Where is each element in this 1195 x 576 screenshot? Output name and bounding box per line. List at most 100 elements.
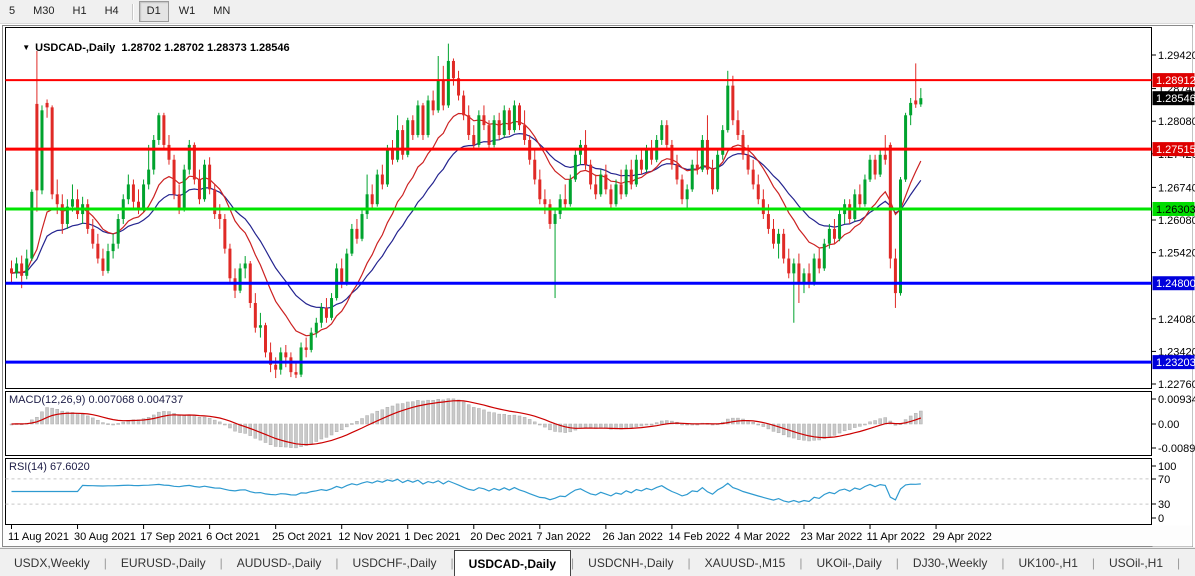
- macd-histogram-bar: [644, 423, 649, 426]
- candle-body: [899, 179, 902, 294]
- candle-body: [883, 154, 887, 160]
- candle-body: [101, 258, 105, 271]
- timeframe-button-mn[interactable]: MN: [205, 1, 238, 22]
- macd-histogram-bar: [233, 423, 237, 432]
- chart-tab-xauusd-m15[interactable]: XAUUSD-,M15: [691, 549, 800, 576]
- macd-histogram-bar: [741, 418, 745, 425]
- candle-body: [319, 307, 323, 323]
- candle-body: [391, 149, 394, 160]
- macd-histogram-bar: [583, 423, 588, 428]
- macd-histogram-bar: [177, 415, 181, 425]
- chart-canvas[interactable]: 1.294201.287401.280801.274201.267401.260…: [0, 24, 1195, 547]
- macd-histogram-bar: [507, 415, 512, 425]
- date-axis-label: 26 Jan 2022: [602, 531, 663, 543]
- chart-tab-uk100-h1[interactable]: UK100-,H1: [1005, 549, 1092, 576]
- candle-body: [888, 144, 892, 259]
- candle-body: [619, 184, 623, 195]
- timeframe-button-h4[interactable]: H4: [97, 1, 127, 22]
- chart-tab-usdcad-daily[interactable]: USDCAD-,Daily: [453, 550, 572, 576]
- timeframe-button-m5[interactable]: 5: [1, 1, 23, 22]
- candle-body: [116, 219, 120, 244]
- chart-tab-hk50[interactable]: HK50-,: [1180, 549, 1195, 576]
- candle-body: [797, 263, 801, 284]
- macd-histogram-bar: [532, 421, 537, 425]
- timeframe-button-d1[interactable]: D1: [138, 1, 169, 22]
- rsi-pane[interactable]: [5, 458, 1152, 525]
- macd-histogram-bar: [527, 419, 532, 425]
- candle-body: [721, 130, 725, 155]
- candle-body: [817, 258, 821, 269]
- chart-tab-usdcnh-daily[interactable]: USDCNH-,Daily: [574, 549, 687, 576]
- chart-tab-usoil-h1[interactable]: USOil-,H1: [1095, 549, 1177, 576]
- candle-body: [441, 80, 445, 106]
- macd-histogram-bar: [70, 412, 75, 425]
- candle-body: [20, 263, 24, 276]
- candle-body: [182, 169, 186, 210]
- timeframe-button-w1[interactable]: W1: [171, 1, 204, 22]
- macd-histogram-bar: [40, 411, 44, 425]
- candle-body: [650, 149, 654, 160]
- price-tick-label: 1.28080: [1158, 116, 1195, 128]
- date-axis-label: 4 Mar 2022: [734, 531, 790, 543]
- macd-histogram-bar: [365, 415, 369, 425]
- candle-body: [401, 130, 405, 155]
- candle-body: [502, 110, 506, 136]
- chart-tab-dj30-weekly[interactable]: DJ30-,Weekly: [899, 549, 1001, 576]
- price-tick-label: 1.29420: [1158, 50, 1195, 62]
- candle-body: [553, 214, 557, 224]
- macd-histogram-bar: [400, 403, 405, 425]
- macd-histogram-bar: [659, 420, 664, 425]
- macd-histogram-bar: [121, 421, 126, 425]
- macd-histogram-bar: [151, 414, 156, 425]
- candle-body: [157, 115, 161, 140]
- chart-window: 1.294201.287401.280801.274201.267401.260…: [0, 24, 1195, 547]
- candle-body: [756, 184, 760, 200]
- date-axis-label: 29 Apr 2022: [933, 531, 992, 543]
- candle-body: [695, 164, 699, 170]
- macd-histogram-bar: [80, 414, 85, 425]
- candle-body: [822, 243, 826, 269]
- macd-histogram-bar: [853, 423, 857, 428]
- candle-body: [518, 105, 521, 126]
- chart-tab-ukoil-daily[interactable]: UKOil-,Daily: [802, 549, 895, 576]
- candle-body: [345, 253, 349, 284]
- candle-body: [726, 85, 730, 131]
- price-level-badge: 1.24800: [1156, 278, 1195, 290]
- candle-body: [152, 139, 156, 170]
- date-axis-label: 17 Sep 2021: [140, 531, 202, 543]
- candle-body: [741, 135, 745, 155]
- macd-histogram-bar: [304, 423, 308, 446]
- price-tick-label: 1.26080: [1158, 215, 1195, 227]
- macd-histogram-bar: [466, 404, 471, 425]
- candle-body: [274, 364, 278, 370]
- candle-body: [873, 159, 877, 175]
- chart-tab-audusd-daily[interactable]: AUDUSD-,Daily: [223, 549, 336, 576]
- candle-body: [497, 120, 501, 136]
- candle-body: [685, 189, 689, 200]
- macd-histogram-bar: [812, 423, 816, 441]
- timeframe-button-m30[interactable]: M30: [25, 1, 62, 22]
- macd-histogram-bar: [395, 403, 400, 425]
- macd-histogram-bar: [167, 411, 171, 425]
- timeframe-toolbar: 5 M30 H1 H4 D1 W1 MN: [0, 0, 1195, 24]
- candle-body: [340, 268, 344, 284]
- candle-body: [15, 263, 19, 274]
- candle-body: [645, 149, 648, 170]
- macd-histogram-bar: [756, 423, 761, 426]
- macd-histogram-bar: [578, 423, 583, 429]
- macd-histogram-bar: [654, 422, 659, 425]
- timeframe-button-h1[interactable]: H1: [65, 1, 95, 22]
- chart-tab-usdx-weekly[interactable]: USDX,Weekly: [0, 549, 104, 576]
- symbol-dropdown-icon[interactable]: ▼: [22, 43, 30, 52]
- candle-body: [421, 105, 425, 136]
- chart-title: ▼ USDCAD-,Daily 1.28702 1.28702 1.28373 1…: [10, 30, 289, 66]
- candle-body: [563, 199, 567, 205]
- chart-tab-eurusd-daily[interactable]: EURUSD-,Daily: [107, 549, 220, 576]
- chart-tab-usdchf-daily[interactable]: USDCHF-,Daily: [339, 549, 451, 576]
- macd-histogram-bar: [360, 418, 364, 425]
- macd-histogram-bar: [85, 415, 90, 425]
- macd-histogram-bar: [375, 410, 380, 425]
- toolbar-separator: [131, 3, 134, 20]
- candle-body: [573, 154, 577, 180]
- candle-body: [766, 214, 770, 229]
